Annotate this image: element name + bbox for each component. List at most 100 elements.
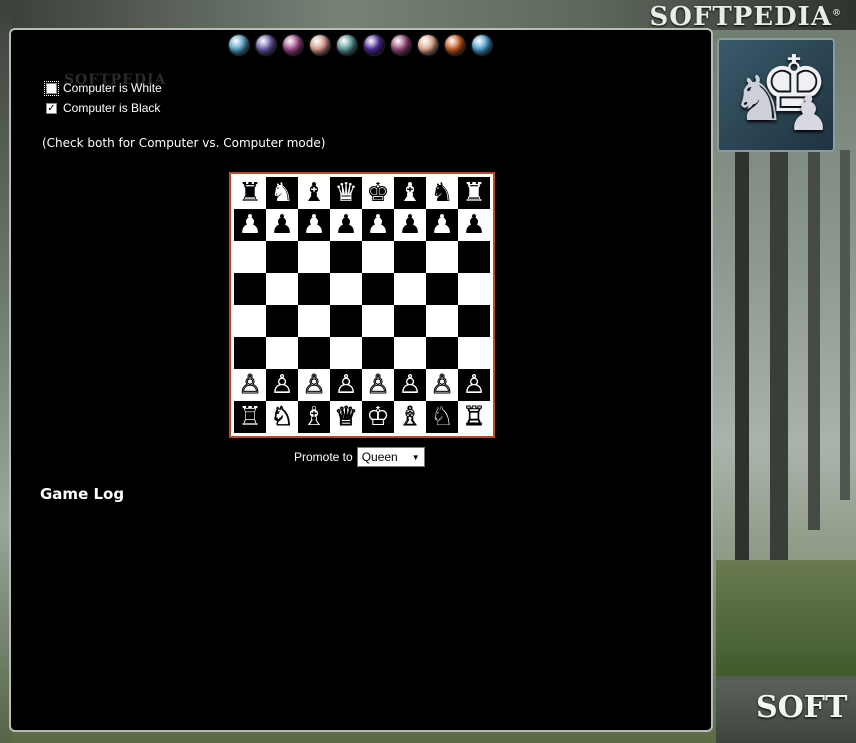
white-piece-icon[interactable]: ♘ (270, 404, 294, 431)
square-c8[interactable]: ♝ (298, 177, 330, 209)
square-b1[interactable]: ♘ (266, 401, 298, 433)
white-piece-icon[interactable]: ♘ (430, 404, 453, 430)
white-piece-icon[interactable]: ♙ (270, 372, 293, 398)
square-c7[interactable]: ♟ (298, 209, 330, 241)
square-f3[interactable] (394, 337, 426, 369)
white-piece-icon[interactable]: ♙ (430, 372, 454, 399)
square-f7[interactable]: ♟ (394, 209, 426, 241)
black-piece-icon[interactable]: ♞ (270, 180, 293, 206)
black-piece-icon[interactable]: ♟ (366, 212, 389, 238)
square-b8[interactable]: ♞ (266, 177, 298, 209)
square-a7[interactable]: ♟ (234, 209, 266, 241)
square-c3[interactable] (298, 337, 330, 369)
square-h6[interactable] (458, 241, 490, 273)
square-b3[interactable] (266, 337, 298, 369)
square-h2[interactable]: ♙ (458, 369, 490, 401)
black-piece-icon[interactable]: ♟ (430, 212, 453, 238)
black-piece-icon[interactable]: ♝ (302, 180, 325, 206)
white-piece-icon[interactable]: ♖ (238, 404, 261, 430)
white-piece-icon[interactable]: ♙ (462, 372, 485, 398)
orb-button-7[interactable] (391, 35, 411, 55)
square-h1[interactable]: ♖ (458, 401, 490, 433)
orb-button-10[interactable] (472, 35, 492, 55)
square-d2[interactable]: ♙ (330, 369, 362, 401)
black-piece-icon[interactable]: ♛ (334, 180, 357, 206)
white-piece-icon[interactable]: ♙ (398, 372, 421, 398)
orb-button-5[interactable] (337, 35, 357, 55)
square-d6[interactable] (330, 241, 362, 273)
square-d3[interactable] (330, 337, 362, 369)
square-g8[interactable]: ♞ (426, 177, 458, 209)
white-piece-icon[interactable]: ♙ (302, 372, 326, 399)
black-piece-icon[interactable]: ♟ (462, 212, 485, 238)
square-g7[interactable]: ♟ (426, 209, 458, 241)
square-d4[interactable] (330, 305, 362, 337)
computer-black-option[interactable]: ✓ Computer is Black (46, 101, 160, 115)
white-piece-icon[interactable]: ♙ (366, 372, 390, 399)
orb-button-6[interactable] (364, 35, 384, 55)
square-a3[interactable] (234, 337, 266, 369)
square-a6[interactable] (234, 241, 266, 273)
square-a2[interactable]: ♙ (234, 369, 266, 401)
black-piece-icon[interactable]: ♟ (302, 212, 325, 238)
square-c6[interactable] (298, 241, 330, 273)
orb-button-2[interactable] (256, 35, 276, 55)
black-piece-icon[interactable]: ♜ (238, 180, 261, 206)
square-b5[interactable] (266, 273, 298, 305)
computer-white-option[interactable]: Computer is White (44, 80, 162, 96)
square-f8[interactable]: ♝ (394, 177, 426, 209)
orb-button-9[interactable] (445, 35, 465, 55)
orb-button-1[interactable] (229, 35, 249, 55)
black-piece-icon[interactable]: ♞ (430, 180, 453, 206)
square-h5[interactable] (458, 273, 490, 305)
square-b4[interactable] (266, 305, 298, 337)
square-g5[interactable] (426, 273, 458, 305)
square-e7[interactable]: ♟ (362, 209, 394, 241)
square-b7[interactable]: ♟ (266, 209, 298, 241)
computer-black-checkbox[interactable]: ✓ (46, 102, 57, 114)
square-g3[interactable] (426, 337, 458, 369)
square-d5[interactable] (330, 273, 362, 305)
square-f6[interactable] (394, 241, 426, 273)
black-piece-icon[interactable]: ♜ (462, 180, 485, 206)
square-b2[interactable]: ♙ (266, 369, 298, 401)
square-a1[interactable]: ♖ (234, 401, 266, 433)
square-e6[interactable] (362, 241, 394, 273)
square-g1[interactable]: ♘ (426, 401, 458, 433)
black-piece-icon[interactable]: ♟ (238, 212, 261, 238)
white-piece-icon[interactable]: ♗ (398, 404, 422, 431)
square-e5[interactable] (362, 273, 394, 305)
square-a8[interactable]: ♜ (234, 177, 266, 209)
white-piece-icon[interactable]: ♗ (302, 404, 325, 430)
orb-button-3[interactable] (283, 35, 303, 55)
square-a4[interactable] (234, 305, 266, 337)
square-a5[interactable] (234, 273, 266, 305)
square-g6[interactable] (426, 241, 458, 273)
square-c2[interactable]: ♙ (298, 369, 330, 401)
square-h4[interactable] (458, 305, 490, 337)
square-e3[interactable] (362, 337, 394, 369)
square-d7[interactable]: ♟ (330, 209, 362, 241)
square-c1[interactable]: ♗ (298, 401, 330, 433)
square-d1[interactable]: ♕ (330, 401, 362, 433)
square-f4[interactable] (394, 305, 426, 337)
black-piece-icon[interactable]: ♟ (334, 212, 357, 238)
white-piece-icon[interactable]: ♙ (238, 372, 262, 399)
black-piece-icon[interactable]: ♚ (366, 180, 389, 206)
square-b6[interactable] (266, 241, 298, 273)
square-h7[interactable]: ♟ (458, 209, 490, 241)
square-c5[interactable] (298, 273, 330, 305)
chess-board[interactable]: ♜ ♞ ♝ ♛ ♚ ♝ ♞ ♜ ♟ ♟ ♟ ♟ ♟ ♟ ♟ ♟ ♙ ♙ ♙ ♙ ♙ ♙ ♙ ♙ ♖ ♘ ♗ ♕ ♔ ♗ ♘ ♖ (234, 177, 490, 433)
black-piece-icon[interactable]: ♝ (398, 180, 421, 206)
square-g2[interactable]: ♙ (426, 369, 458, 401)
white-piece-icon[interactable]: ♖ (462, 404, 486, 431)
square-h8[interactable]: ♜ (458, 177, 490, 209)
square-h3[interactable] (458, 337, 490, 369)
white-piece-icon[interactable]: ♕ (334, 404, 358, 431)
square-e8[interactable]: ♚ (362, 177, 394, 209)
square-e4[interactable] (362, 305, 394, 337)
white-piece-icon[interactable]: ♙ (334, 372, 357, 398)
square-f1[interactable]: ♗ (394, 401, 426, 433)
square-c4[interactable] (298, 305, 330, 337)
orb-button-8[interactable] (418, 35, 438, 55)
